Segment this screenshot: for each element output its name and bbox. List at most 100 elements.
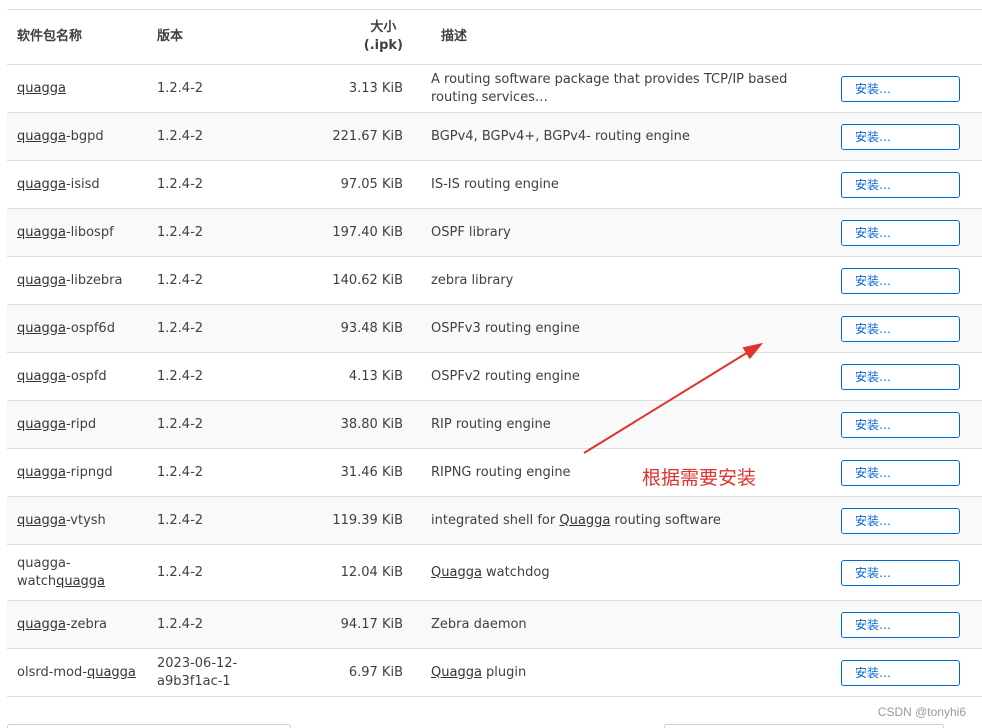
version-cell: 1.2.4-2 xyxy=(147,400,309,449)
package-name-link[interactable]: quagga xyxy=(17,81,66,96)
package-name-suffix: -ripngd xyxy=(65,464,113,480)
version-cell: 1.2.4-2 xyxy=(147,112,309,161)
package-name-cell: quagga-bgpd xyxy=(7,112,147,161)
package-name-suffix: -ospfd xyxy=(65,368,107,384)
package-name-cell: quagga-ospfd xyxy=(7,352,147,401)
package-name-link[interactable]: quagga xyxy=(17,321,66,336)
header-size-line1: 大小 xyxy=(370,20,397,35)
description-cell: zebra library xyxy=(413,256,831,305)
package-name-link[interactable]: quagga xyxy=(17,177,66,192)
package-name-suffix: -bgpd xyxy=(65,128,104,144)
table-row: quagga-watchquagga 1.2.4-2 12.04 KiB Qua… xyxy=(7,544,982,601)
install-button[interactable]: 安装… xyxy=(841,507,960,534)
install-button[interactable]: 安装… xyxy=(841,559,960,586)
table-row: quagga-ospf6d 1.2.4-2 93.48 KiB OSPFv3 r… xyxy=(7,304,982,353)
size-cell: 93.48 KiB xyxy=(309,304,413,353)
package-name-link[interactable]: quagga xyxy=(17,417,66,432)
install-button[interactable]: 安装… xyxy=(841,75,960,102)
package-name-prefix-2: watch xyxy=(17,573,57,589)
description-cell: RIP routing engine xyxy=(413,400,831,449)
table-row: quagga-isisd 1.2.4-2 97.05 KiB IS-IS rou… xyxy=(7,160,982,209)
package-table: 软件包名称 版本 大小 (.ipk) 描述 quagga 1.2.4-2 3.13… xyxy=(7,9,982,697)
version-cell: 2023-06-12-a9b3f1ac-1 xyxy=(147,648,309,697)
size-cell: 221.67 KiB xyxy=(309,112,413,161)
package-name-prefix: olsrd-mod- xyxy=(17,664,87,680)
description-link[interactable]: Quagga xyxy=(431,565,482,580)
size-cell: 94.17 KiB xyxy=(309,600,413,649)
package-name-link[interactable]: quagga xyxy=(17,129,66,144)
package-name-suffix: -libospf xyxy=(65,224,114,240)
install-button[interactable]: 安装… xyxy=(841,123,960,150)
description-link[interactable]: Quagga xyxy=(559,513,610,528)
action-cell: 安装… xyxy=(831,600,982,649)
table-row: quagga 1.2.4-2 3.13 KiB A routing softwa… xyxy=(7,64,982,113)
description-cell: OSPFv3 routing engine xyxy=(413,304,831,353)
header-actions xyxy=(831,9,982,65)
table-row: quagga-ripd 1.2.4-2 38.80 KiB RIP routin… xyxy=(7,400,982,449)
table-row: quagga-ripngd 1.2.4-2 31.46 KiB RIPNG ro… xyxy=(7,448,982,497)
package-name-suffix: -ripd xyxy=(65,416,97,432)
install-button[interactable]: 安装… xyxy=(841,659,960,686)
action-cell: 安装… xyxy=(831,160,982,209)
size-cell: 12.04 KiB xyxy=(309,544,413,601)
size-cell: 38.80 KiB xyxy=(309,400,413,449)
description-cell: Quagga plugin xyxy=(413,648,831,697)
package-name-link[interactable]: quagga xyxy=(17,617,66,632)
table-row: quagga-vtysh 1.2.4-2 119.39 KiB integrat… xyxy=(7,496,982,545)
table-row: quagga-ospfd 1.2.4-2 4.13 KiB OSPFv2 rou… xyxy=(7,352,982,401)
annotation-text: 根据需要安装 xyxy=(642,467,757,489)
install-button[interactable]: 安装… xyxy=(841,267,960,294)
install-button[interactable]: 安装… xyxy=(841,459,960,486)
package-name-link[interactable]: quagga xyxy=(56,574,105,589)
action-cell: 安装… xyxy=(831,400,982,449)
package-name-link[interactable]: quagga xyxy=(17,273,66,288)
header-size-line2: (.ipk) xyxy=(363,38,403,53)
watermark: CSDN @tonyhi6 xyxy=(877,705,966,719)
bottom-control-right[interactable] xyxy=(664,724,944,728)
package-name-link[interactable]: quagga xyxy=(17,513,66,528)
package-name-cell: quagga-watchquagga xyxy=(7,544,147,601)
header-version: 版本 xyxy=(147,9,309,65)
package-name-link[interactable]: quagga xyxy=(87,665,136,680)
install-button[interactable]: 安装… xyxy=(841,219,960,246)
description-cell: integrated shell for Quagga routing soft… xyxy=(413,496,831,545)
version-cell: 1.2.4-2 xyxy=(147,160,309,209)
size-cell: 6.97 KiB xyxy=(309,648,413,697)
description-cell: A routing software package that provides… xyxy=(413,64,831,113)
package-name-link[interactable]: quagga xyxy=(17,225,66,240)
version-cell: 1.2.4-2 xyxy=(147,208,309,257)
size-cell: 4.13 KiB xyxy=(309,352,413,401)
package-name-link[interactable]: quagga xyxy=(17,369,66,384)
size-cell: 197.40 KiB xyxy=(309,208,413,257)
description-suffix: routing software xyxy=(610,512,721,528)
description-link[interactable]: Quagga xyxy=(431,665,482,680)
package-name-cell: quagga-libzebra xyxy=(7,256,147,305)
install-button[interactable]: 安装… xyxy=(841,363,960,390)
install-button[interactable]: 安装… xyxy=(841,611,960,638)
package-name-prefix: quagga- xyxy=(17,555,71,571)
action-cell: 安装… xyxy=(831,304,982,353)
action-cell: 安装… xyxy=(831,256,982,305)
table-row: quagga-libospf 1.2.4-2 197.40 KiB OSPF l… xyxy=(7,208,982,257)
version-cell: 1.2.4-2 xyxy=(147,544,309,601)
header-description: 描述 xyxy=(413,9,831,65)
table-row: quagga-bgpd 1.2.4-2 221.67 KiB BGPv4, BG… xyxy=(7,112,982,161)
description-cell: RIPNG routing engine xyxy=(413,448,831,497)
size-cell: 3.13 KiB xyxy=(309,64,413,113)
description-cell: OSPF library xyxy=(413,208,831,257)
table-row: olsrd-mod-quagga 2023-06-12-a9b3f1ac-1 6… xyxy=(7,648,982,697)
description-cell: Zebra daemon xyxy=(413,600,831,649)
install-button[interactable]: 安装… xyxy=(841,171,960,198)
package-name-suffix: -libzebra xyxy=(65,272,123,288)
bottom-control-left[interactable] xyxy=(7,724,291,728)
package-name-link[interactable]: quagga xyxy=(17,465,66,480)
install-button[interactable]: 安装… xyxy=(841,411,960,438)
version-cell: 1.2.4-2 xyxy=(147,304,309,353)
package-name-cell: quagga-zebra xyxy=(7,600,147,649)
package-name-suffix: -isisd xyxy=(65,176,100,192)
install-button[interactable]: 安装… xyxy=(841,315,960,342)
table-row: quagga-zebra 1.2.4-2 94.17 KiB Zebra dae… xyxy=(7,600,982,649)
version-cell: 1.2.4-2 xyxy=(147,448,309,497)
action-cell: 安装… xyxy=(831,64,982,113)
header-name: 软件包名称 xyxy=(7,9,147,65)
